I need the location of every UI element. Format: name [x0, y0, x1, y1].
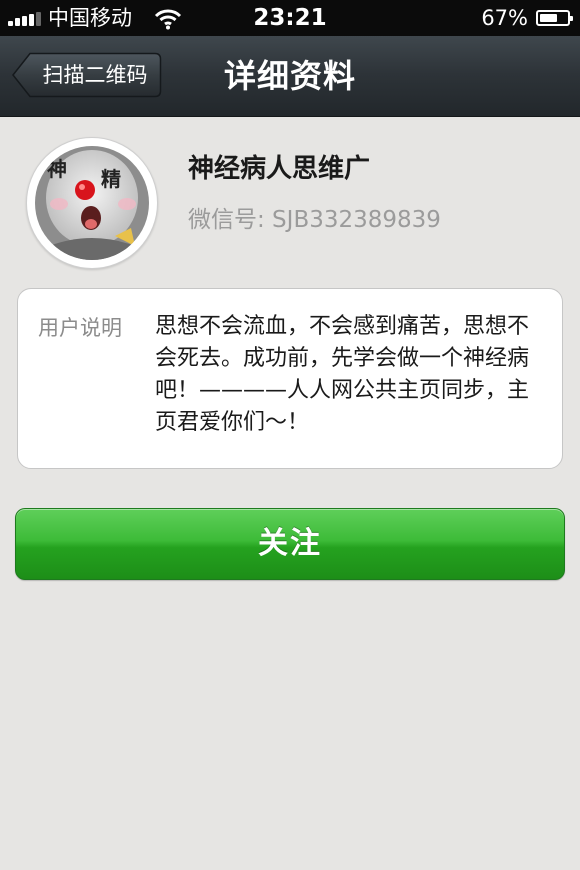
battery-icon — [536, 10, 573, 26]
user-description-card: 用户说明 思想不会流血，不会感到痛苦，思想不会死去。成功前，先学会做一个神经病吧… — [17, 288, 563, 469]
profile-name: 神经病人思维广 — [188, 154, 371, 184]
battery-percent: 67% — [481, 6, 528, 30]
avatar-char-2: 精 — [101, 167, 121, 191]
avatar-char-1: 神 — [47, 157, 67, 181]
status-bar: 中国移动 23:21 67% — [0, 0, 580, 36]
follow-button[interactable]: 关注 — [15, 508, 565, 580]
wechat-id: 微信号: SJB332389839 — [188, 207, 441, 233]
user-description-text: 思想不会流血，不会感到痛苦，思想不会死去。成功前，先学会做一个神经病吧！————… — [155, 314, 530, 435]
page-title: 详细资料 — [223, 57, 356, 95]
back-button-label: 扫描二维码 — [42, 63, 148, 87]
avatar-image: 神 精 — [35, 146, 149, 260]
back-button[interactable]: 扫描二维码 — [12, 52, 162, 98]
avatar[interactable]: 神 精 — [26, 137, 158, 269]
user-description-label: 用户说明 — [38, 316, 122, 340]
battery-level — [540, 14, 557, 22]
navigation-bar: 扫描二维码 详细资料 — [0, 36, 580, 117]
